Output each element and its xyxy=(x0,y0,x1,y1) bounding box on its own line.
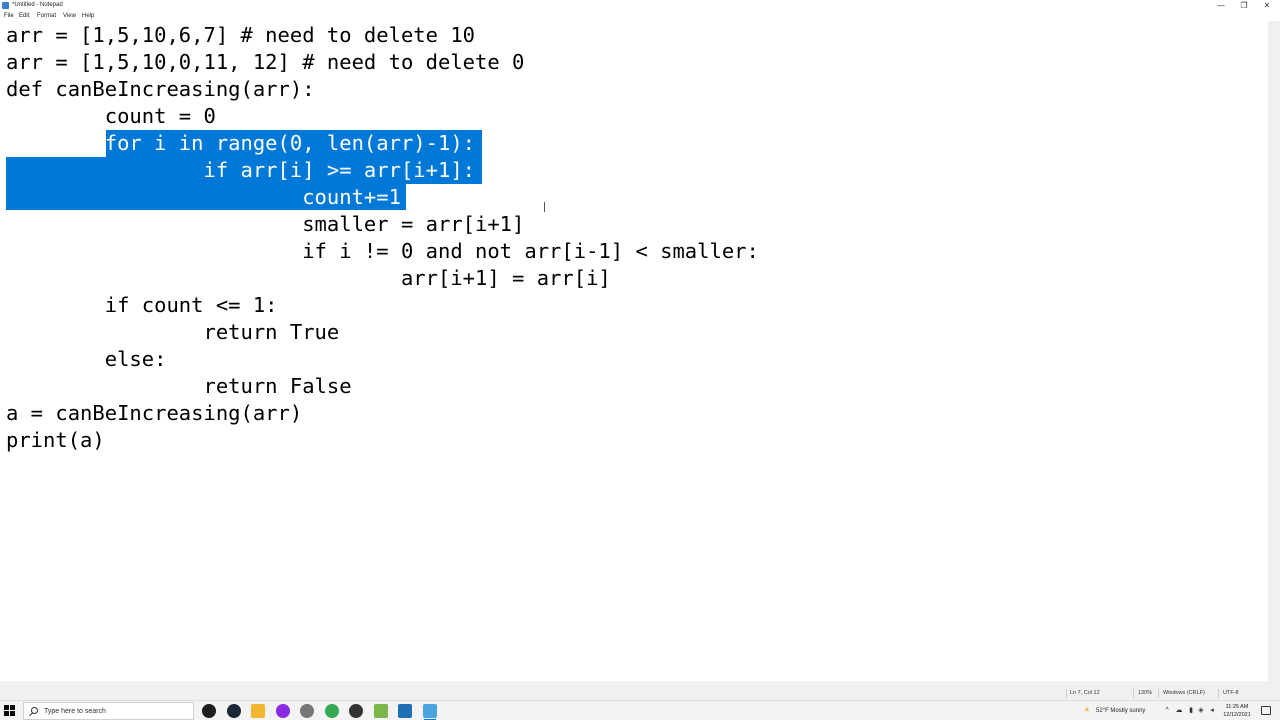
steam-icon[interactable] xyxy=(227,704,241,718)
menu-bar: File Edit Format View Help xyxy=(0,11,1280,21)
maximize-button[interactable]: ❐ xyxy=(1233,0,1255,11)
status-divider xyxy=(1158,689,1159,698)
notepad-icon[interactable] xyxy=(423,704,437,720)
cloud-icon[interactable]: ☁ xyxy=(1175,707,1183,715)
vertical-scrollbar[interactable] xyxy=(1268,21,1280,687)
title-bar: *Untitled - Notepad — ❐ ✕ xyxy=(0,0,1280,11)
status-bar: Ln 7, Col 12 130% Windows (CRLF) UTF-8 xyxy=(0,687,1280,700)
search-placeholder: Type here to search xyxy=(44,708,106,715)
code-line: if i != 0 and not arr[i-1] < smaller: xyxy=(6,239,759,263)
notifications-icon[interactable] xyxy=(1261,706,1271,715)
menu-help[interactable]: Help xyxy=(82,11,94,21)
code-line: arr = [1,5,10,6,7] # need to delete 10 xyxy=(6,23,475,47)
menu-format[interactable]: Format xyxy=(37,11,56,21)
circle-app-icon[interactable] xyxy=(276,704,290,718)
headset-icon[interactable] xyxy=(349,704,363,718)
code-line: smaller = arr[i+1] xyxy=(6,212,525,236)
usb-icon[interactable]: ▮ xyxy=(1187,707,1195,715)
code-line: a = canBeIncreasing(arr) xyxy=(6,401,303,425)
windows-start-icon[interactable] xyxy=(4,705,16,717)
code-line-selected: count+=1 xyxy=(6,185,401,209)
obs-icon[interactable] xyxy=(202,704,216,718)
file-explorer-icon[interactable] xyxy=(251,704,265,718)
powershell-icon[interactable] xyxy=(398,704,412,718)
network-icon[interactable]: ◈ xyxy=(1197,707,1205,715)
code-line: return False xyxy=(6,374,352,398)
status-divider xyxy=(1066,689,1067,698)
menu-file[interactable]: File xyxy=(4,11,14,21)
code-line: return True xyxy=(6,320,340,344)
weather-text[interactable]: 52°F Mostly sunny xyxy=(1096,701,1145,720)
taskbar: Type here to search ☀ 52°F Mostly sunny … xyxy=(0,700,1280,720)
notepad-app-icon xyxy=(2,2,9,9)
close-button[interactable]: ✕ xyxy=(1256,0,1278,11)
code-line: if count <= 1: xyxy=(6,293,278,317)
menu-edit[interactable]: Edit xyxy=(19,11,29,21)
code-line: arr = [1,5,10,0,11, 12] # need to delete… xyxy=(6,50,525,74)
code-line-selected: if arr[i] >= arr[i+1]: xyxy=(6,158,475,182)
gamepad-icon[interactable] xyxy=(300,704,314,718)
chrome-icon[interactable] xyxy=(325,704,339,718)
cursor-position: Ln 7, Col 12 xyxy=(1070,690,1100,696)
clock-date: 12/12/2021 xyxy=(1223,712,1251,718)
taskbar-search-box[interactable]: Type here to search xyxy=(23,702,194,720)
line-ending: Windows (CRLF) xyxy=(1163,690,1205,696)
window-title: *Untitled - Notepad xyxy=(12,2,63,8)
clock-time: 11:25 AM xyxy=(1225,704,1249,710)
zoom-level: 130% xyxy=(1138,690,1153,696)
status-divider xyxy=(1218,689,1219,698)
code-line: else: xyxy=(6,347,167,371)
menu-view[interactable]: View xyxy=(63,11,76,21)
weather-sun-icon: ☀ xyxy=(1083,707,1091,714)
volume-icon[interactable]: ◂ xyxy=(1208,707,1216,715)
code-line: arr[i+1] = arr[i] xyxy=(6,266,611,290)
code-line: count = 0 xyxy=(6,104,216,128)
text-editor[interactable]: arr = [1,5,10,6,7] # need to delete 10 a… xyxy=(0,21,1268,687)
minimize-button[interactable]: — xyxy=(1210,0,1232,11)
chevron-up-icon[interactable]: ^ xyxy=(1163,707,1171,715)
notepadpp-icon[interactable] xyxy=(374,704,388,718)
ibeam-cursor-icon xyxy=(542,202,547,212)
code-line-selected: for i in range(0, len(arr)-1): xyxy=(6,131,475,155)
search-icon xyxy=(31,707,38,714)
encoding: UTF-8 xyxy=(1223,690,1239,696)
clock[interactable]: 11:25 AM 12/12/2021 xyxy=(1218,703,1256,719)
status-divider xyxy=(1133,689,1134,698)
code-line: def canBeIncreasing(arr): xyxy=(6,77,315,101)
code-line: print(a) xyxy=(6,428,105,452)
